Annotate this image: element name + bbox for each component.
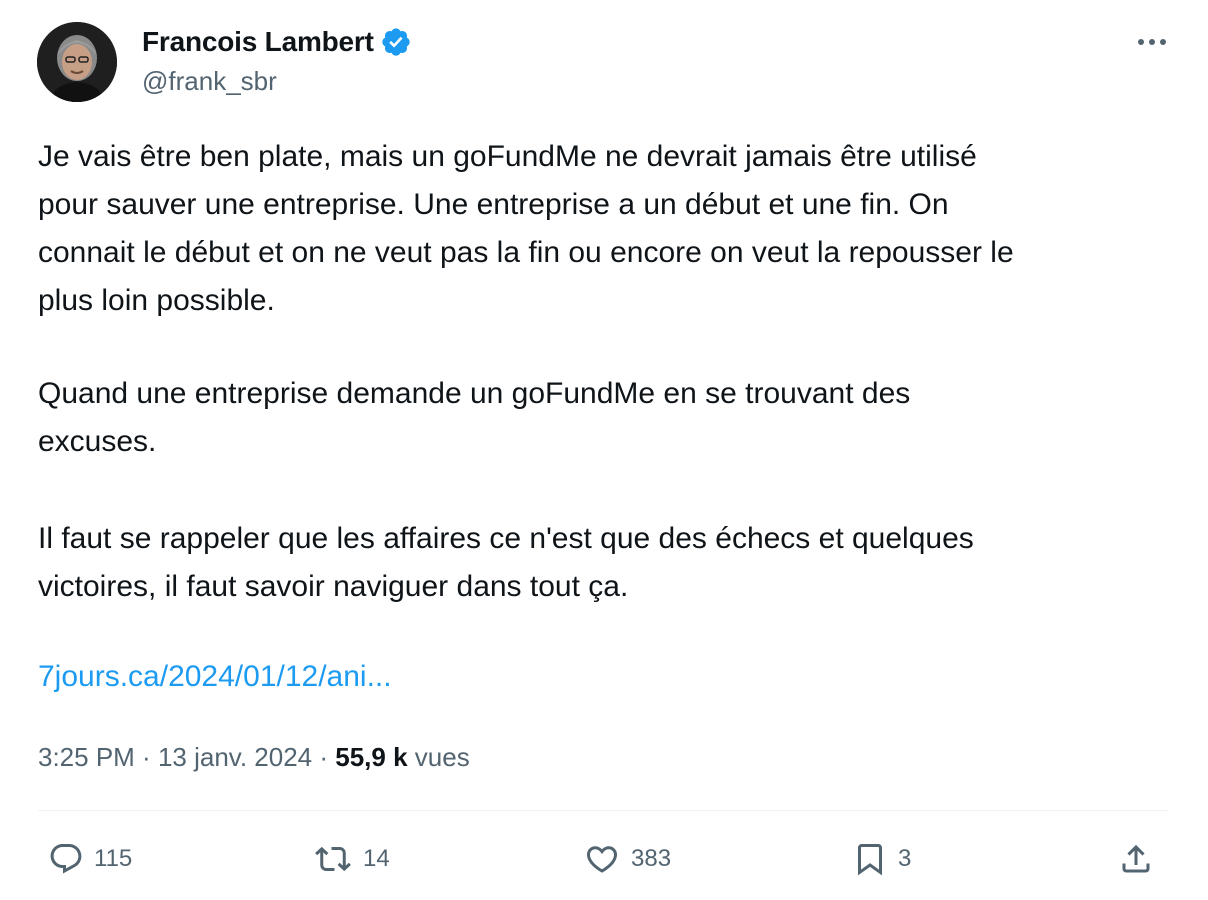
verified-badge-icon[interactable] — [380, 26, 412, 58]
tweet-link[interactable]: 7jours.ca/2024/01/12/ani... — [38, 660, 392, 694]
tweet-metadata: 3:25 PM · 13 janv. 2024 · 55,9 k vues — [38, 742, 470, 773]
tweet-paragraph: Il faut se rappeler que les affaires ce … — [38, 522, 974, 603]
reply-bubble-icon — [50, 844, 82, 874]
bookmark-button[interactable]: 3 — [852, 838, 911, 880]
tweet-card: Francois Lambert @frank_sbr Je vais être… — [0, 0, 1208, 900]
more-dots-icon — [1138, 39, 1166, 45]
bookmark-count: 3 — [898, 845, 912, 872]
repost-arrows-icon — [315, 846, 351, 872]
views-label: vues — [414, 742, 470, 772]
share-button[interactable] — [1118, 838, 1154, 880]
author-display-name[interactable]: Francois Lambert — [142, 26, 374, 58]
tweet-paragraph: Quand une entreprise demande un goFundMe… — [38, 377, 911, 458]
tweet-time[interactable]: 3:25 PM — [38, 742, 135, 772]
author-name-row: Francois Lambert — [142, 26, 412, 58]
meta-separator: · — [312, 742, 336, 772]
meta-separator: · — [134, 742, 158, 772]
author-handle[interactable]: @frank_sbr — [142, 66, 277, 97]
heart-icon — [586, 846, 618, 873]
share-upload-icon — [1122, 844, 1150, 873]
tweet-body: Je vais être ben plate, mais un goFundMe… — [38, 133, 1188, 603]
tweet-date[interactable]: 13 janv. 2024 — [158, 742, 312, 772]
like-button[interactable]: 383 — [583, 838, 671, 880]
bookmark-icon — [858, 844, 882, 876]
views-count: 55,9 k — [335, 742, 408, 772]
avatar[interactable] — [37, 22, 117, 102]
reply-button[interactable]: 115 — [48, 838, 132, 880]
like-count: 383 — [631, 845, 672, 872]
divider — [38, 810, 1168, 811]
repost-count: 14 — [363, 845, 390, 872]
tweet-paragraph: Je vais être ben plate, mais un goFundMe… — [38, 140, 1014, 317]
repost-button[interactable]: 14 — [313, 838, 390, 880]
reply-count: 115 — [94, 845, 133, 872]
more-options-button[interactable] — [1128, 30, 1176, 54]
